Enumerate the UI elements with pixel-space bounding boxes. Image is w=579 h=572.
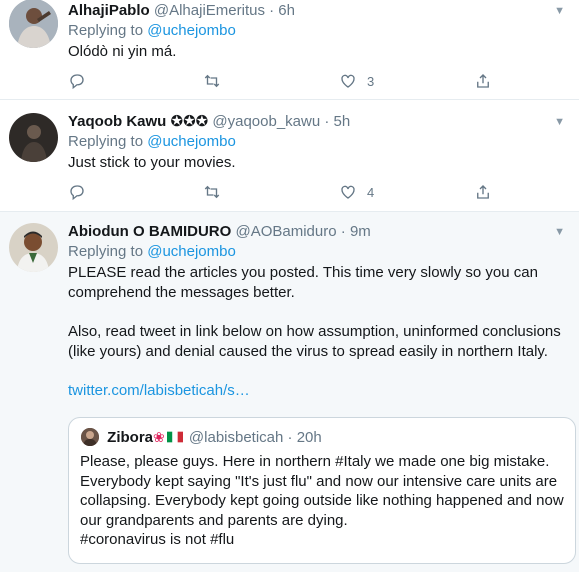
user-handle[interactable]: @AlhajiEmeritus xyxy=(154,2,265,19)
action-bar: 3 xyxy=(68,71,508,91)
reply-icon xyxy=(70,74,84,90)
reply-icon xyxy=(70,185,84,201)
separator: · xyxy=(287,429,293,446)
replying-label: Replying to xyxy=(68,243,144,260)
avatar[interactable] xyxy=(9,113,58,162)
tweet-link[interactable]: twitter.com/labisbeticah/s… xyxy=(68,381,569,401)
heart-icon xyxy=(341,185,355,199)
timestamp[interactable]: 20h xyxy=(297,429,322,446)
display-name[interactable]: Zibora xyxy=(107,429,153,446)
like-button[interactable]: 3 xyxy=(339,71,374,91)
chevron-down-icon[interactable]: ▼ xyxy=(554,112,565,132)
share-button[interactable] xyxy=(474,71,492,91)
avatar[interactable] xyxy=(81,428,99,446)
separator: · xyxy=(340,223,346,240)
mention-link[interactable]: @uchejombo xyxy=(147,22,236,39)
separator: · xyxy=(324,113,330,130)
like-button[interactable]: 4 xyxy=(339,182,374,202)
tweet-text: Olódò ni yin má. xyxy=(68,43,177,60)
tweet-header: Abiodun O BAMIDURO @AOBamiduro · 9m ▼ xyxy=(68,222,569,242)
like-count: 4 xyxy=(367,184,375,200)
retweet-icon xyxy=(204,74,220,88)
share-icon xyxy=(477,74,489,88)
reply-button[interactable] xyxy=(68,182,96,202)
heart-icon xyxy=(341,74,355,88)
action-bar: 4 xyxy=(68,182,508,202)
user-handle[interactable]: @AOBamiduro xyxy=(235,223,336,240)
reply-button[interactable] xyxy=(68,71,96,91)
share-button[interactable] xyxy=(474,182,492,202)
avatar[interactable] xyxy=(9,223,58,272)
user-handle[interactable]: @yaqoob_kawu xyxy=(212,113,320,130)
retweet-icon xyxy=(204,185,220,199)
quoted-tweet[interactable]: Zibora❀ @labisbeticah · 20h Please, plea… xyxy=(68,417,576,564)
display-name[interactable]: Abiodun O BAMIDURO xyxy=(68,223,231,240)
timestamp[interactable]: 5h xyxy=(334,113,351,130)
tweet[interactable]: Yaqoob Kawu ✪✪✪ @yaqoob_kawu · 5h ▼ Repl… xyxy=(0,100,579,212)
timestamp[interactable]: 6h xyxy=(278,2,295,19)
tweet-text: Also, read tweet in link below on how as… xyxy=(68,323,565,360)
replying-label: Replying to xyxy=(68,22,144,39)
timestamp[interactable]: 9m xyxy=(350,223,371,240)
user-handle[interactable]: @labisbeticah xyxy=(189,429,283,446)
like-count: 3 xyxy=(367,73,375,89)
display-name[interactable]: AlhajiPablo xyxy=(68,2,150,19)
share-icon xyxy=(477,185,489,199)
replying-label: Replying to xyxy=(68,133,144,150)
tweet-header: Yaqoob Kawu ✪✪✪ @yaqoob_kawu · 5h ▼ xyxy=(68,112,569,132)
chevron-down-icon[interactable]: ▼ xyxy=(554,222,565,242)
emoji-badge: ❀ xyxy=(153,429,165,445)
replying-to: Replying to @uchejombo xyxy=(68,21,569,41)
tweet[interactable]: AlhajiPablo @AlhajiEmeritus · 6h ▼ Reply… xyxy=(0,0,579,100)
mention-link[interactable]: @uchejombo xyxy=(147,243,236,260)
mention-link[interactable]: @uchejombo xyxy=(147,133,236,150)
quoted-text: Please, please guys. Here in northern #I… xyxy=(80,453,564,548)
replying-to: Replying to @uchejombo xyxy=(68,132,569,152)
avatar[interactable] xyxy=(9,0,58,48)
retweet-button[interactable] xyxy=(203,182,231,202)
italy-flag-icon xyxy=(166,429,183,443)
replying-to: Replying to @uchejombo xyxy=(68,242,569,262)
retweet-button[interactable] xyxy=(203,71,231,91)
chevron-down-icon[interactable]: ▼ xyxy=(554,1,565,21)
tweet-text: Just stick to your movies. xyxy=(68,154,236,171)
quote-header: Zibora❀ @labisbeticah · 20h xyxy=(81,427,322,447)
display-name[interactable]: Yaqoob Kawu ✪✪✪ xyxy=(68,113,208,130)
separator: · xyxy=(269,2,275,19)
tweet-text: PLEASE read the articles you posted. Thi… xyxy=(68,264,543,301)
tweet-header: AlhajiPablo @AlhajiEmeritus · 6h ▼ xyxy=(68,1,569,21)
